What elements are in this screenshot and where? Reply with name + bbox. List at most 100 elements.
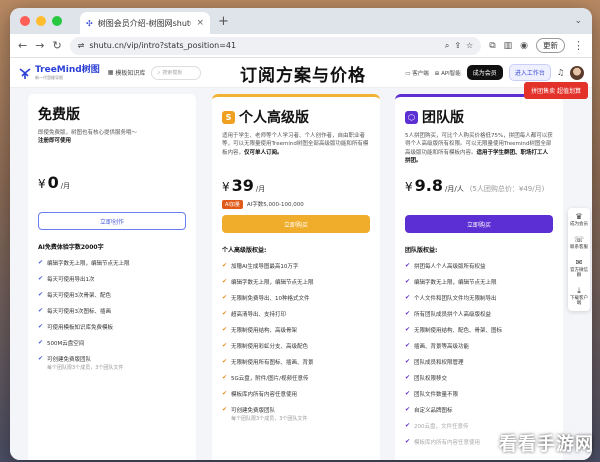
check-icon: ✔ <box>405 438 411 445</box>
feature-item: ✔ 团队成员和权限管理 <box>405 354 553 370</box>
feature-text: 模板库内所有内容任意使用 <box>414 438 480 446</box>
support-icon: ☏ <box>573 234 584 244</box>
browser-tab[interactable]: ✣ 树图会员介绍-树图网shutu.cn- × <box>80 12 210 34</box>
address-bar[interactable]: ⇌ shutu.cn/vip/intro?stats_position=41 ⌕… <box>69 36 482 55</box>
download-icon: ⤓ <box>577 286 581 296</box>
monitor-icon: ▭ <box>405 70 411 77</box>
feature-item: ✔ 所有团队成员拼个人高级版权益 <box>405 306 553 322</box>
avatar[interactable] <box>570 65 584 80</box>
feature-text: 自定义品牌图标 <box>414 406 453 414</box>
ai-addon-row: AI加量 AI字数5,000-100,000 <box>222 199 370 209</box>
become-member-button[interactable]: 成为会员 <box>466 65 503 80</box>
sidebar-item-vip[interactable]: ♛ 成为会员 <box>570 212 588 227</box>
sidebar-toggle-icon[interactable]: ▥ <box>504 41 513 51</box>
tab-bar: ✣ 树图会员介绍-树图网shutu.cn- × + ⌄ <box>10 8 592 34</box>
share-icon[interactable]: ⇪ <box>454 41 461 50</box>
check-icon: ✔ <box>405 374 411 381</box>
check-icon: ✔ <box>405 390 411 397</box>
buy-personal-button[interactable]: 立即购买 <box>222 215 370 233</box>
notification-bell-icon[interactable]: ♫ <box>557 68 564 77</box>
feature-text: 无限制免费导出、10种格式文件 <box>231 294 310 302</box>
feature-label: 无限制使用结构、高级骨架 <box>231 328 298 334</box>
feature-label: 编辑字数无上限，编辑节点无上限 <box>231 280 314 286</box>
forward-icon[interactable]: → <box>35 39 44 52</box>
team-plan-icon: ⬡ <box>405 110 418 124</box>
check-icon: ✔ <box>38 291 44 298</box>
feature-text: 可创建免费版团队 每个团队限3个成员，3个团队文件 <box>231 406 307 422</box>
feature-item: ✔ 编辑字数无上限，编辑节点无上限 <box>405 274 553 290</box>
feature-label: 每天可使用3次图标、插画 <box>47 309 112 315</box>
sidebar-label: 联系客服 <box>570 244 588 250</box>
feature-text: 5G云盘，附件/图片/视频任意传 <box>231 374 308 382</box>
price-value: 39 <box>231 176 254 195</box>
plan-desc-bold: 仅可单人订阅。 <box>244 149 283 156</box>
plan-price: ¥ 39 /月 <box>222 176 370 195</box>
features-title: AI免费体验字数2000字 <box>38 244 104 251</box>
extensions-icon[interactable]: ⧉ <box>489 41 495 51</box>
plan-card-personal: S 个人高级版 适用于学生、老师等个人学习者、个人创作者，自由职业者等，可以无限… <box>212 94 380 460</box>
check-icon: ✔ <box>222 294 228 301</box>
bookmark-star-icon[interactable]: ☆ <box>466 41 473 50</box>
url-text: shutu.cn/vip/intro?stats_position=41 <box>89 41 237 50</box>
feature-text: 团队文件数量不限 <box>414 390 458 398</box>
close-tab-icon[interactable]: × <box>196 18 204 28</box>
menu-kebab-icon[interactable]: ⋮ <box>573 39 584 52</box>
feature-label: 无限制使用彩虹分支、高级配色 <box>231 344 309 350</box>
feature-text: 团队成员和权限管理 <box>414 358 464 366</box>
maximize-window-button[interactable] <box>52 16 62 26</box>
feature-text: 模板库内所有内容任意使用 <box>231 390 297 398</box>
feature-item: ✔ 编辑字数无上限，编辑节点无上限 <box>222 274 370 290</box>
check-icon: ✔ <box>222 406 228 413</box>
back-icon[interactable]: ← <box>18 39 27 52</box>
nav-client[interactable]: ▭ 客户端 <box>405 69 428 77</box>
feature-item: ✔ 无限制免费导出、10种格式文件 <box>222 290 370 306</box>
nav-template-library[interactable]: ▦ 模板知识库 <box>108 68 146 77</box>
reload-icon[interactable]: ↻ <box>52 39 61 52</box>
check-icon: ✔ <box>405 278 411 285</box>
search-input[interactable]: ⌕ 搜索模板 <box>151 65 202 80</box>
feature-list: ✔ 拼团每人个人高级版所有权益 ✔ 编辑字数无上限，编辑节点无上限 ✔ 个人文件和团队文件… <box>405 258 553 450</box>
plan-card-team: ⬡ 团队版 5人拼团购买，可比个人购买价格低75%，拼团每人都可以获得个人高级版… <box>395 94 563 460</box>
nav-api[interactable]: ⊞ API智能 <box>435 69 461 77</box>
feature-item: ✔ 自定义品牌图标 <box>405 402 553 418</box>
feature-text: 每天可使用导出1次 <box>47 275 95 283</box>
feature-text: 所有团队成员拼个人高级版权益 <box>414 310 491 318</box>
tab-list-chevron-icon[interactable]: ⌄ <box>574 16 582 26</box>
feature-item: ✔ 团队文件数量不限 <box>405 386 553 402</box>
feature-text: 插画、背景等高级功能 <box>414 342 469 350</box>
feature-sublabel: 每个团队限3个成员，3个团队文件 <box>47 365 124 371</box>
minimize-window-button[interactable] <box>36 16 46 26</box>
new-tab-button[interactable]: + <box>218 14 229 29</box>
price-currency: ¥ <box>222 180 230 194</box>
close-window-button[interactable] <box>20 16 30 26</box>
profile-icon[interactable]: ◉ <box>520 41 528 51</box>
sidebar-label: 下载客户端 <box>570 295 588 307</box>
create-now-button[interactable]: 立即创作 <box>38 212 186 230</box>
feature-text: 可使用模板知识库免费模板 <box>47 323 113 331</box>
feature-label: 可创建免费版团队 <box>47 357 92 363</box>
site-info-icon[interactable]: ⇌ <box>78 41 85 50</box>
feature-label: 5G云盘，附件/图片/视频任意传 <box>231 376 309 382</box>
promo-badge[interactable]: 拼团售卖 超值划算 <box>524 82 588 99</box>
sidebar-item-download[interactable]: ⤓ 下载客户端 <box>568 286 590 306</box>
site-header: TreeMind树图 新一代思维导图 ▦ 模板知识库 ⌕ 搜索模板 订阅方案与价… <box>10 58 592 88</box>
buy-team-button[interactable]: 立即购买 <box>405 215 553 233</box>
plan-price: ¥ 0 /月 <box>38 173 186 192</box>
api-icon: ⊞ <box>434 70 440 77</box>
check-icon: ✔ <box>38 275 44 282</box>
site-logo[interactable]: TreeMind树图 新一代思维导图 <box>18 65 100 80</box>
update-button[interactable]: 更新 <box>536 38 565 53</box>
plan-desc-bold: 注册即可使用 <box>38 138 72 145</box>
sidebar-item-wechat[interactable]: ✉ 官方微信群 <box>568 258 590 278</box>
nav-right: ▭ 客户端 ⊞ API智能 成为会员 进入工作台 ♫ <box>405 64 584 81</box>
feature-label: 加赠AI生成导图最高10万字 <box>231 264 299 270</box>
feature-label: 超高清导出、支持打印 <box>231 312 287 318</box>
zoom-icon[interactable]: ⌕ <box>445 41 449 51</box>
feature-text: 无限制使用结构、高级骨架 <box>231 326 297 334</box>
check-icon: ✔ <box>405 358 411 365</box>
enter-workspace-button[interactable]: 进入工作台 <box>508 64 551 81</box>
check-icon: ✔ <box>38 259 44 266</box>
browser-window: ✣ 树图会员介绍-树图网shutu.cn- × + ⌄ ← → ↻ ⇌ shut… <box>10 8 592 460</box>
personal-plan-icon: S <box>222 110 235 124</box>
sidebar-item-support[interactable]: ☏ 联系客服 <box>570 235 588 250</box>
